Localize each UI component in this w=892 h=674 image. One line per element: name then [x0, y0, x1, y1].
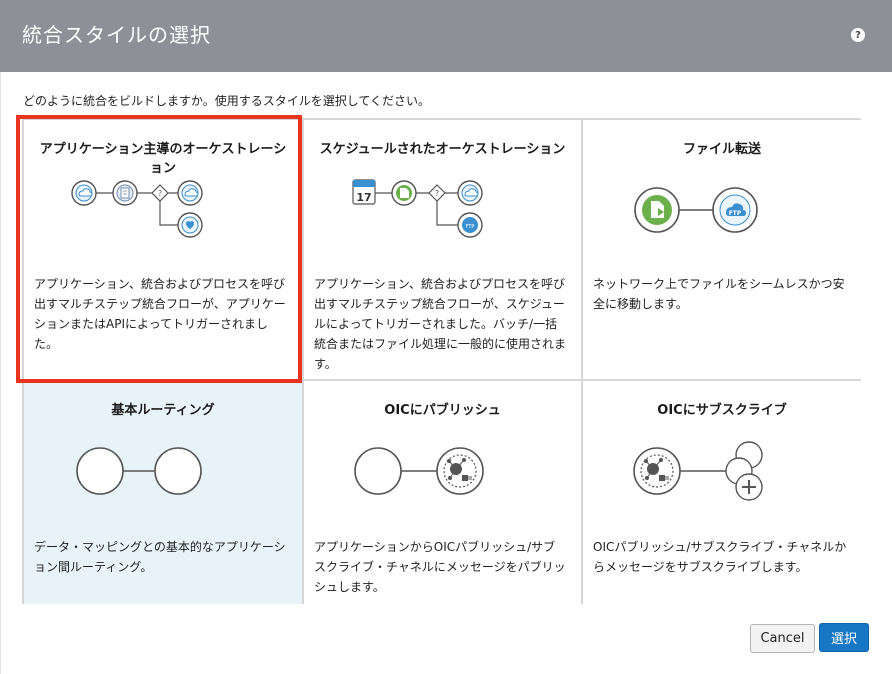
- dialog-edge: [0, 72, 1, 674]
- card-app-driven-orchestration[interactable]: アプリケーション主導のオーケストレーション ? アプリケーション、統合およびプロ…: [24, 120, 302, 379]
- scheduled-orchestration-icon: 17 ? FTP: [352, 179, 483, 238]
- help-icon[interactable]: ?: [851, 28, 865, 42]
- card-title: OICにサブスクライブ: [657, 403, 787, 418]
- publish-to-oic-icon: [354, 447, 484, 495]
- cancel-button[interactable]: Cancel: [750, 624, 815, 653]
- card-publish-to-oic[interactable]: OICにパブリッシュ アプリケーションからOICパブリッシュ/サブスクライブ・チ…: [304, 381, 581, 604]
- style-grid: アプリケーション主導のオーケストレーション ? アプリケーション、統合およびプロ…: [22, 118, 861, 604]
- calendar-day: 17: [356, 191, 371, 204]
- basic-routing-icon: [76, 447, 202, 495]
- card-scheduled-orchestration[interactable]: スケジュールされたオーケストレーション 17 ? FTP アプリケーション、統合…: [304, 120, 581, 379]
- app-driven-orchestration-icon: ?: [71, 180, 203, 238]
- card-basic-routing[interactable]: 基本ルーティング データ・マッピングとの基本的なアプリケーション間ルーティング。: [24, 381, 302, 604]
- ftp-label: FTP: [729, 210, 742, 217]
- card-description: ネットワーク上でファイルをシームレスかつ安全に移動します。: [593, 277, 845, 311]
- svg-text:FTP: FTP: [466, 224, 475, 230]
- svg-text:?: ?: [435, 189, 439, 198]
- card-title: スケジュールされたオーケストレーション: [319, 142, 566, 157]
- card-description: データ・マッピングとの基本的なアプリケーション間ルーティング。: [34, 540, 286, 574]
- card-title: OICにパブリッシュ: [384, 403, 501, 418]
- card-description: OICパブリッシュ/サブスクライブ・チャネルからメッセージをサブスクライブします…: [593, 540, 847, 574]
- card-title: 基本ルーティング: [111, 403, 215, 418]
- card-description: アプリケーションからOICパブリッシュ/サブスクライブ・チャネルにメッセージをパ…: [314, 540, 566, 594]
- dialog-header: 統合スタイルの選択 ?: [0, 0, 892, 72]
- card-description: アプリケーション、統合およびプロセスを呼び出すマルチステップ統合フローが、スケジ…: [314, 277, 567, 371]
- svg-text:?: ?: [158, 189, 162, 198]
- select-button[interactable]: 選択: [819, 623, 869, 652]
- file-transfer-icon: FTP: [634, 187, 758, 233]
- card-title: アプリケーション主導のオーケストレーション: [39, 142, 287, 176]
- card-subscribe-to-oic[interactable]: OICにサブスクライブ OICパブリッシュ/サブスクライブ・チャネルからメッセー…: [583, 381, 861, 604]
- dialog-title: 統合スタイルの選択: [22, 23, 211, 47]
- instruction-text: どのように統合をビルドしますか。使用するスタイルを選択してください。: [23, 94, 431, 108]
- subscribe-to-oic-icon: [633, 441, 763, 501]
- card-description: アプリケーション、統合およびプロセスを呼び出すマルチステップ統合フローが、アプリ…: [34, 277, 286, 351]
- card-title: ファイル転送: [682, 142, 761, 157]
- card-file-transfer[interactable]: ファイル転送 FTP ネットワーク上でファイルをシームレスかつ安全に移動します。: [583, 120, 861, 379]
